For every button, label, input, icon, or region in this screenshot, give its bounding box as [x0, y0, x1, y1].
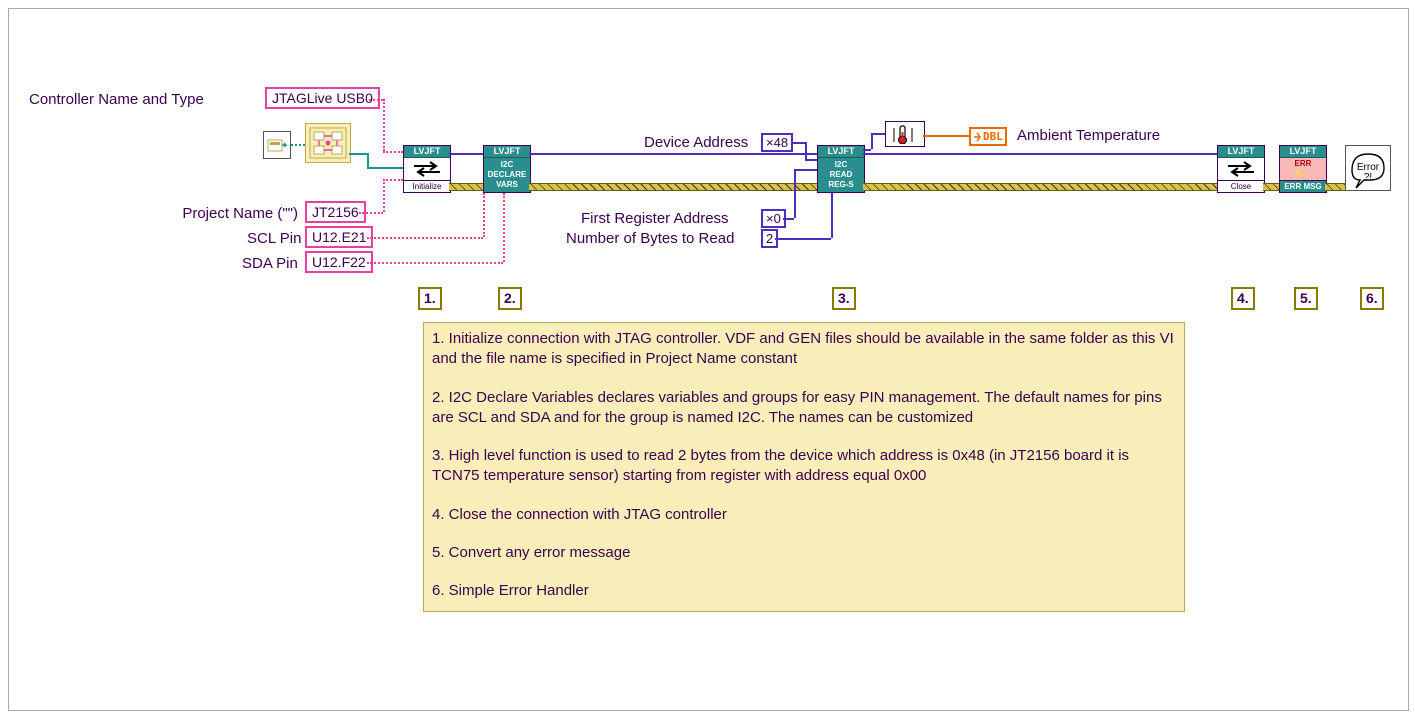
wire-string — [383, 99, 385, 151]
notes-box: 1. Initialize connection with JTAG contr… — [423, 322, 1185, 612]
note-3: 3. High level function is used to read 2… — [432, 446, 1176, 487]
label-num-bytes: Number of Bytes to Read — [566, 230, 734, 247]
step-4-tag: 4. — [1231, 287, 1255, 310]
step-5-tag: 5. — [1294, 287, 1318, 310]
vi-i2c-read-regs[interactable]: LVJFT I2C READ REG-S — [817, 145, 865, 193]
label-scl-pin: SCL Pin — [247, 230, 301, 247]
wire-int — [871, 133, 885, 135]
wire-string — [383, 151, 403, 153]
wire-string — [359, 212, 383, 214]
note-5: 5. Convert any error message — [432, 543, 1176, 563]
vi-err-body: ERR ?!← — [1280, 158, 1326, 180]
wire-int — [871, 133, 873, 149]
thermometer-icon[interactable] — [885, 121, 925, 147]
block-diagram-frame: Controller Name and Type JTAGLive USB0 P… — [8, 8, 1409, 711]
vi-header: LVJFT — [404, 146, 450, 158]
wire-int — [863, 149, 871, 151]
wire-int — [805, 159, 817, 161]
label-controller-name-type: Controller Name and Type — [29, 91, 204, 108]
wire-int — [783, 218, 794, 220]
wire-string — [369, 99, 383, 101]
step-3-tag: 3. — [832, 287, 856, 310]
vi-i2c-declare-vars[interactable]: LVJFT I2C DECLARE VARS — [483, 145, 531, 193]
build-path-icon[interactable] — [305, 123, 351, 163]
wire-ref — [449, 153, 483, 155]
wire-string — [383, 179, 385, 212]
const-scl[interactable]: U12.E21 — [305, 226, 373, 248]
step-6-tag: 6. — [1360, 287, 1384, 310]
vi-err-msg[interactable]: LVJFT ERR ?!← ERR MSG — [1279, 145, 1327, 193]
wire-ref — [529, 153, 817, 155]
vi-body-text: I2C READ REG-S — [818, 158, 864, 192]
vi-footer: ERR MSG — [1280, 180, 1326, 192]
arrows-icon — [404, 158, 450, 180]
wire-teal — [367, 167, 403, 169]
wire-int — [775, 238, 831, 240]
wire-error — [1263, 183, 1279, 191]
note-2: 2. I2C Declare Variables declares variab… — [432, 388, 1176, 429]
arrows-icon — [1218, 158, 1264, 180]
wire-string — [367, 237, 483, 239]
const-project[interactable]: JT2156 — [305, 201, 366, 223]
wire-ref — [863, 153, 1217, 155]
vi-header: LVJFT — [1218, 146, 1264, 158]
wire-error — [529, 183, 817, 191]
dbl-text: DBL — [983, 130, 1003, 143]
svg-text:?!: ?! — [1364, 172, 1372, 183]
wire-int — [791, 142, 805, 144]
wire-string — [367, 262, 503, 264]
vi-footer: Initialize — [404, 180, 450, 192]
wire-teal — [349, 153, 367, 155]
wire-string — [383, 179, 403, 181]
vi-initialize[interactable]: LVJFT Initialize — [403, 145, 451, 193]
wire-dbl — [923, 135, 969, 137]
wire-int — [805, 142, 807, 159]
wire-int — [831, 193, 833, 238]
vi-header: LVJFT — [818, 146, 864, 158]
wire-error — [863, 183, 1217, 191]
wire-teal — [367, 153, 369, 167]
wire-string — [483, 193, 485, 237]
wire-int — [794, 169, 817, 171]
label-first-reg: First Register Address — [581, 210, 729, 227]
wire-error — [449, 183, 483, 191]
step-2-tag: 2. — [498, 287, 522, 310]
label-sda-pin: SDA Pin — [242, 255, 298, 272]
wire-error — [1325, 183, 1345, 191]
label-project-name: Project Name ("") — [143, 205, 298, 222]
const-device-address[interactable]: ×48 — [761, 133, 793, 152]
note-1: 1. Initialize connection with JTAG contr… — [432, 329, 1176, 370]
label-device-address: Device Address — [644, 134, 748, 151]
step-1-tag: 1. — [418, 287, 442, 310]
dbl-indicator[interactable]: DBL — [969, 127, 1007, 146]
const-controller[interactable]: JTAGLive USB0 — [265, 87, 380, 109]
wire-teal — [291, 144, 305, 146]
vi-body-text: I2C DECLARE VARS — [484, 158, 530, 192]
label-ambient-temp: Ambient Temperature — [1017, 127, 1160, 144]
vi-header: LVJFT — [484, 146, 530, 158]
const-sda[interactable]: U12.F22 — [305, 251, 373, 273]
wire-int — [794, 169, 796, 218]
vi-simple-error-handler[interactable]: Error ?! — [1345, 145, 1391, 191]
wire-string — [503, 193, 505, 262]
vi-footer: Close — [1218, 180, 1264, 192]
vi-header: LVJFT — [1280, 146, 1326, 158]
note-6: 6. Simple Error Handler — [432, 581, 1176, 601]
vi-close[interactable]: LVJFT Close — [1217, 145, 1265, 193]
note-4: 4. Close the connection with JTAG contro… — [432, 505, 1176, 525]
app-path-icon[interactable] — [263, 131, 291, 159]
